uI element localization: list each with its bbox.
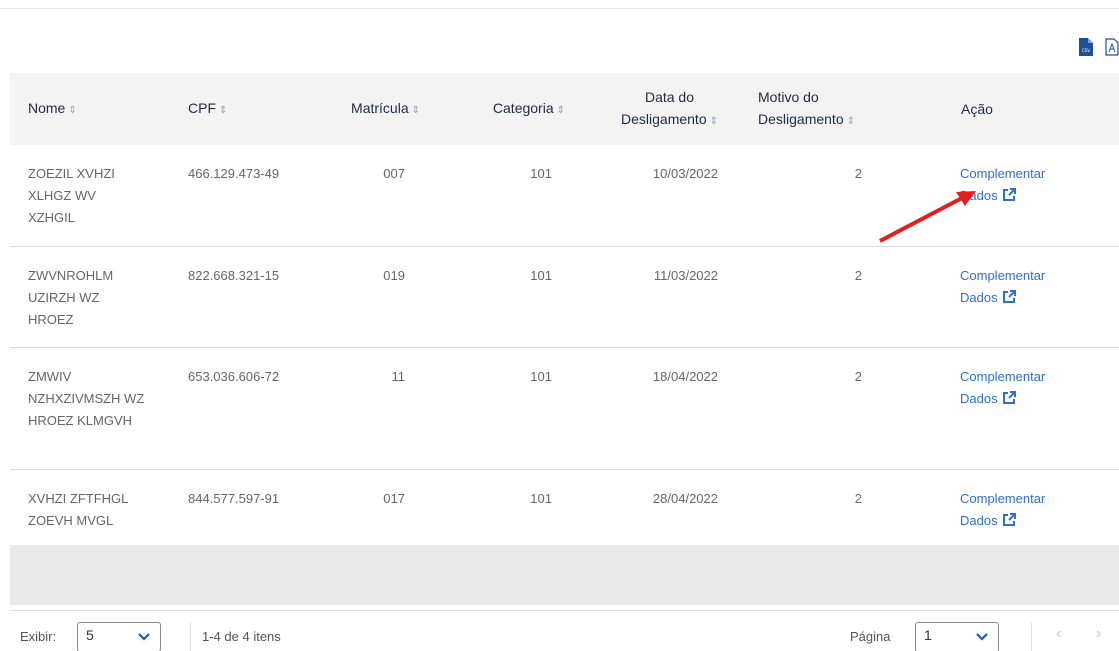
footer-separator	[190, 623, 191, 651]
external-link-icon[interactable]	[1002, 187, 1016, 201]
items-count: 1-4 de 4 itens	[202, 629, 281, 644]
link-line1[interactable]: Complementar	[960, 488, 1119, 510]
cell-matricula: 007	[383, 166, 405, 181]
table-row: XVHZI ZFTFHGL ZOEVH MVGL 844.577.597-91 01…	[10, 469, 1119, 547]
header-motivo-desligamento[interactable]: Motivo do Desligamento ⇕	[720, 73, 865, 145]
sort-icon[interactable]: ⇕	[847, 116, 855, 127]
link-line2[interactable]: Dados	[960, 513, 998, 528]
sort-icon[interactable]: ⇕	[219, 105, 227, 116]
page-size-value: 5	[86, 627, 94, 643]
cell-matricula: 017	[383, 490, 405, 506]
page-size-select[interactable]: 5	[77, 622, 161, 651]
pagination-footer: Exibir: 5 1-4 de 4 itens Página 1 ‹ ›	[20, 622, 1119, 651]
empty-row-filler	[10, 545, 1119, 605]
page-number-select[interactable]: 1	[915, 622, 999, 651]
table-header-row: Nome ⇕ CPF ⇕ Matrícula ⇕ Categoria ⇕ Data do…	[10, 73, 1119, 145]
cell-motivo: 2	[854, 368, 862, 384]
link-line1[interactable]: Complementar	[960, 366, 1119, 388]
table-row: ZMWIV NZHXZIVMSZH WZ HROEZ KLMGVH 653.036…	[10, 347, 1119, 469]
complementar-dados-link[interactable]: Complementar Dados	[960, 163, 1119, 207]
external-link-icon[interactable]	[1002, 390, 1016, 404]
table-row: ZWVNROHLM UZIRZH WZ HROEZ 822.668.321-15 0…	[10, 246, 1119, 347]
header-acao: Ação	[961, 101, 993, 117]
page-number-value: 1	[924, 627, 932, 643]
chevron-down-icon	[138, 626, 150, 649]
header-motivo-line2: Desligamento	[758, 110, 844, 127]
desligamentos-table: Nome ⇕ CPF ⇕ Matrícula ⇕ Categoria ⇕ Data do…	[10, 73, 1119, 548]
external-link-icon[interactable]	[1002, 512, 1016, 526]
link-line2[interactable]: Dados	[960, 391, 998, 406]
cell-nome: ZMWIV NZHXZIVMSZH WZ HROEZ KLMGVH	[28, 368, 145, 428]
cell-cpf: 822.668.321-15	[188, 267, 280, 283]
prev-page-button[interactable]: ‹	[1056, 625, 1061, 643]
cell-categoria: 101	[530, 490, 552, 506]
cell-data-desligamento: 18/04/2022	[652, 368, 718, 384]
cell-nome: ZWVNROHLM UZIRZH WZ HROEZ	[28, 267, 114, 327]
external-link-icon[interactable]	[1002, 289, 1016, 303]
link-line1[interactable]: Complementar	[960, 265, 1119, 287]
cell-data-desligamento: 11/03/2022	[653, 267, 718, 283]
cell-motivo: 2	[854, 490, 862, 506]
cell-cpf: 653.036.606-72	[188, 368, 280, 384]
footer-divider	[10, 610, 1119, 611]
sort-icon[interactable]: ⇕	[68, 105, 76, 116]
complementar-dados-link[interactable]: Complementar Dados	[960, 488, 1119, 532]
header-data-desligamento[interactable]: Data do Desligamento ⇕	[580, 73, 720, 145]
export-toolbar: CSV	[1079, 38, 1119, 56]
sort-icon[interactable]: ⇕	[710, 116, 718, 127]
chevron-down-icon	[976, 626, 988, 649]
header-categoria[interactable]: Categoria ⇕	[450, 73, 580, 145]
cell-cpf: 466.129.473-49	[188, 166, 280, 181]
top-divider	[0, 8, 1119, 9]
header-data-line2: Desligamento	[621, 110, 707, 127]
cell-data-desligamento: 28/04/2022	[652, 490, 718, 506]
cell-data-desligamento: 10/03/2022	[652, 166, 718, 181]
csv-icon[interactable]: CSV	[1079, 38, 1093, 56]
cell-matricula: 11	[391, 368, 406, 384]
link-line1[interactable]: Complementar	[960, 163, 1119, 185]
pdf-icon[interactable]	[1105, 38, 1119, 56]
exibir-label: Exibir:	[20, 629, 57, 644]
header-nome[interactable]: Nome ⇕	[10, 73, 175, 145]
red-annotation-arrow	[879, 191, 976, 243]
cell-categoria: 101	[530, 166, 552, 181]
svg-text:CSV: CSV	[1082, 48, 1090, 53]
next-page-button[interactable]: ›	[1096, 625, 1101, 643]
complementar-dados-link[interactable]: Complementar Dados	[960, 366, 1119, 410]
cell-acao: Complementar Dados	[865, 347, 1119, 469]
header-data-line1: Data do	[644, 88, 694, 105]
cell-matricula: 019	[383, 267, 405, 283]
header-matricula[interactable]: Matrícula ⇕	[320, 73, 450, 145]
header-cpf[interactable]: CPF ⇕	[175, 73, 320, 145]
cell-acao: Complementar Dados	[865, 246, 1119, 347]
cell-nome: ZOEZIL XVHZI XLHGZ WV XZHGIL	[28, 166, 115, 225]
footer-separator	[1031, 623, 1032, 651]
complementar-dados-link[interactable]: Complementar Dados	[960, 265, 1119, 309]
cell-categoria: 101	[530, 368, 552, 384]
sort-icon[interactable]: ⇕	[412, 105, 420, 116]
cell-motivo: 2	[854, 267, 862, 283]
cell-cpf: 844.577.597-91	[188, 490, 280, 506]
header-motivo-line1: Motivo do	[758, 88, 819, 105]
cell-nome: XVHZI ZFTFHGL ZOEVH MVGL	[28, 490, 128, 528]
link-line2[interactable]: Dados	[960, 290, 998, 305]
pagina-label: Página	[850, 629, 891, 644]
cell-motivo: 2	[854, 166, 862, 181]
cell-acao: Complementar Dados	[865, 469, 1119, 547]
cell-categoria: 101	[530, 267, 552, 283]
sort-icon[interactable]: ⇕	[557, 105, 565, 116]
